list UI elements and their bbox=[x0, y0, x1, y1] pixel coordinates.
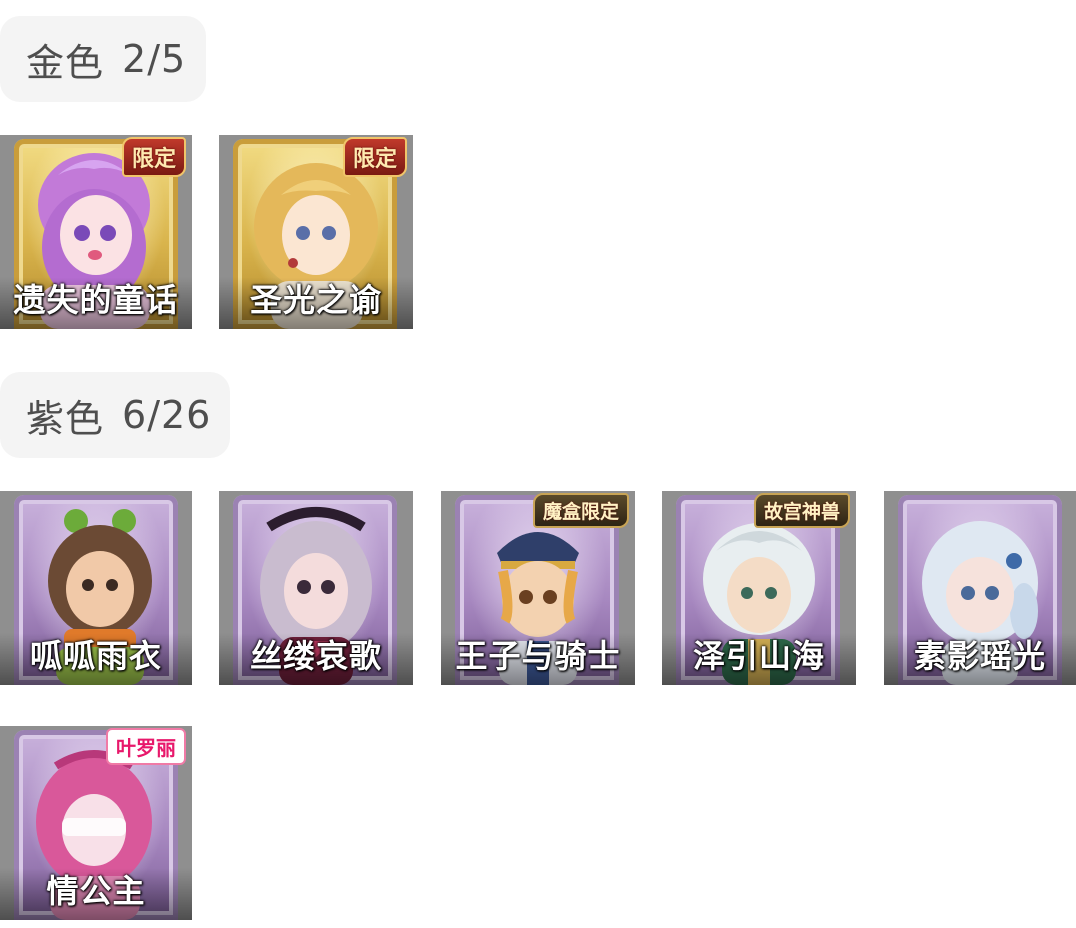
palace-beast-badge: 故宫神兽 bbox=[753, 493, 850, 528]
section-title: 紫色 bbox=[26, 396, 105, 441]
skin-name: 丝缕哀歌 bbox=[249, 637, 382, 675]
skin-name: 呱呱雨衣 bbox=[29, 637, 162, 675]
skin-name: 圣光之谕 bbox=[249, 281, 382, 319]
skin-card-情公主[interactable]: 叶罗丽 情公主 bbox=[0, 726, 192, 920]
skin-name: 遗失的童话 bbox=[13, 281, 179, 319]
magic-box-limited-badge: 魔盒限定 bbox=[532, 493, 629, 528]
limited-badge: 限定 bbox=[342, 137, 407, 177]
skin-card-素影瑶光[interactable]: 素影瑶光 bbox=[884, 491, 1076, 685]
skin-card-圣光之谕[interactable]: 限定 圣光之谕 bbox=[219, 135, 413, 329]
yeloli-badge: 叶罗丽 bbox=[106, 728, 186, 765]
skin-card-呱呱雨衣[interactable]: 呱呱雨衣 bbox=[0, 491, 192, 685]
section-count: 2/5 bbox=[122, 37, 187, 81]
section-header-gold: 金色 2/5 bbox=[0, 16, 206, 102]
limited-badge: 限定 bbox=[121, 137, 186, 177]
section-title: 金色 bbox=[26, 40, 105, 85]
section-header-purple: 紫色 6/26 bbox=[0, 372, 230, 458]
skin-name: 泽引山海 bbox=[692, 637, 825, 675]
skin-card-泽引山海[interactable]: 故宫神兽 泽引山海 bbox=[662, 491, 856, 685]
skin-card-遗失的童话[interactable]: 限定 遗失的童话 bbox=[0, 135, 192, 329]
skin-name: 王子与骑士 bbox=[455, 637, 621, 675]
section-count: 6/26 bbox=[122, 393, 212, 437]
skin-card-丝缕哀歌[interactable]: 丝缕哀歌 bbox=[219, 491, 413, 685]
skin-card-王子与骑士[interactable]: 魔盒限定 王子与骑士 bbox=[441, 491, 635, 685]
skin-name: 素影瑶光 bbox=[913, 637, 1046, 675]
skin-name: 情公主 bbox=[46, 872, 146, 910]
